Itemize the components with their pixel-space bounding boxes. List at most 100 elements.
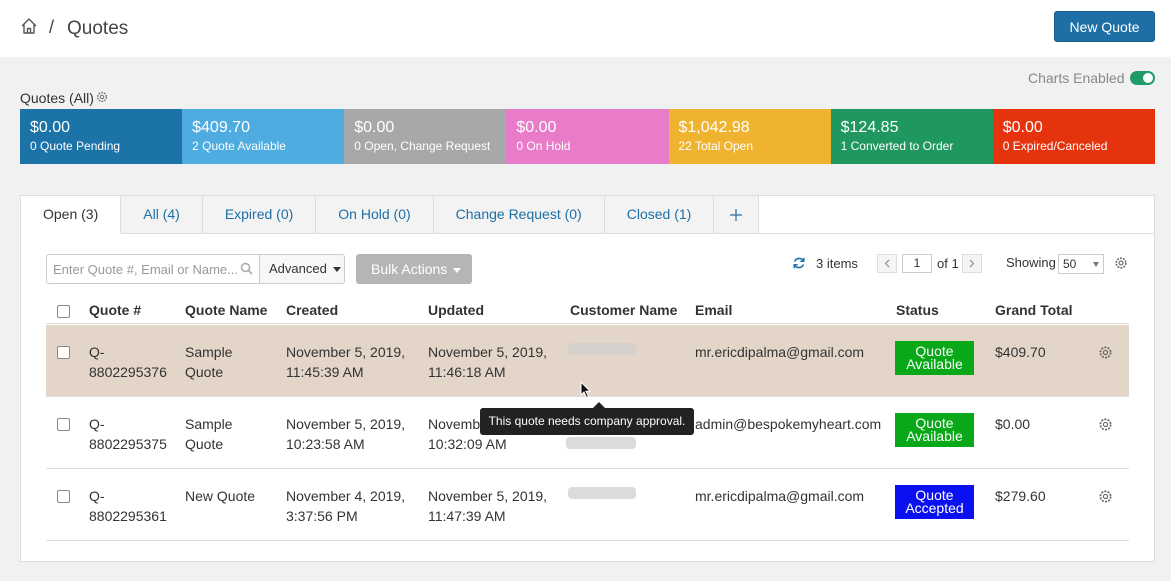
summary-tiles: $0.00 0 Quote Pending $409.70 2 Quote Av… [20, 109, 1155, 164]
quote-name: New Quote [185, 486, 255, 506]
quote-number-line: Q- [89, 344, 105, 360]
chevron-down-icon [1093, 262, 1099, 267]
chevron-right-icon [969, 259, 975, 268]
tooltip-text: This quote needs company approval. [488, 414, 686, 428]
customer-name-redacted [566, 437, 636, 449]
gear-icon[interactable] [1114, 256, 1128, 270]
row-checkbox[interactable] [57, 490, 70, 503]
home-icon[interactable] [20, 17, 38, 35]
tab-all[interactable]: All (4) [121, 196, 203, 234]
created-date: November 5, 2019, 11:45:39 AM [286, 342, 405, 382]
grand-total: $409.70 [995, 344, 1046, 360]
breadcrumb-separator: / [49, 17, 55, 37]
gear-icon[interactable] [95, 90, 109, 104]
tile-label: 0 Quote Pending [30, 139, 121, 153]
quote-number[interactable]: Q- 8802295376 [89, 342, 167, 382]
cursor-icon [580, 381, 592, 399]
quote-number-line: 8802295376 [89, 364, 167, 380]
bulk-actions-label: Bulk Actions [371, 261, 448, 277]
summary-tile-change-request[interactable]: $0.00 0 Open, Change Request [344, 109, 507, 164]
tile-value: $0.00 [30, 119, 71, 136]
row-checkbox[interactable] [57, 418, 70, 431]
column-email[interactable]: Email [695, 302, 732, 318]
summary-tile-expired[interactable]: $0.00 0 Expired/Canceled [992, 109, 1155, 164]
tab-change-request[interactable]: Change Request (0) [433, 196, 605, 234]
customer-email: mr.ericdipalma@gmail.com [695, 344, 865, 360]
search-input[interactable] [47, 255, 237, 283]
column-grand-total[interactable]: Grand Total [995, 302, 1073, 318]
per-page-select[interactable]: 50 [1058, 254, 1104, 274]
updated-date: November 5, 2019, 11:46:18 AM [428, 342, 547, 382]
top-bar: / Quotes New Quote [0, 0, 1171, 57]
table-row[interactable]: Q- 8802295361 New Quote November 4, 2019,… [46, 469, 1129, 541]
charts-enabled-label: Charts Enabled [1028, 70, 1125, 86]
quote-name-line: New Quote [185, 488, 256, 504]
bulk-actions-button[interactable]: Bulk Actions [356, 254, 472, 284]
status-line: Accepted [905, 500, 964, 516]
created-line: 10:23:58 AM [286, 436, 365, 452]
search-box [46, 254, 260, 284]
summary-tile-total-open[interactable]: $1,042.98 22 Total Open [668, 109, 831, 164]
tile-label: 0 Expired/Canceled [1002, 139, 1108, 153]
page-number-input[interactable]: 1 [902, 254, 932, 273]
created-line: 3:37:56 PM [286, 508, 358, 524]
add-tab-button[interactable] [714, 196, 760, 234]
table-header: Quote # Quote Name Created Updated Custo… [46, 296, 1129, 324]
column-updated[interactable]: Updated [428, 302, 484, 318]
search-icon[interactable] [240, 262, 253, 275]
updated-line: 10:32:09 AM [428, 436, 507, 452]
created-line: November 4, 2019, [286, 488, 406, 504]
gear-icon[interactable] [1098, 417, 1113, 432]
plus-icon [730, 208, 743, 221]
tile-value: $0.00 [516, 119, 557, 136]
quote-number[interactable]: Q- 8802295375 [89, 414, 167, 454]
previous-page-button[interactable] [877, 254, 897, 273]
summary-tile-available[interactable]: $409.70 2 Quote Available [182, 109, 345, 164]
quotes-panel: Open (3) All (4) Expired (0) On Hold (0)… [20, 195, 1155, 562]
gear-icon[interactable] [1098, 489, 1113, 504]
quote-name-line: Quote [185, 364, 224, 380]
column-customer-name[interactable]: Customer Name [570, 302, 677, 318]
status-line: Available [906, 428, 963, 444]
created-date: November 5, 2019, 10:23:58 AM [286, 414, 405, 454]
summary-tile-pending[interactable]: $0.00 0 Quote Pending [20, 109, 183, 164]
quote-name: Sample Quote [185, 342, 232, 382]
customer-email: mr.ericdipalma@gmail.com [695, 488, 865, 504]
new-quote-button[interactable]: New Quote [1054, 11, 1155, 42]
quote-number-line: 8802295375 [89, 436, 167, 452]
charts-toggle[interactable] [1130, 71, 1155, 85]
advanced-search-button[interactable]: Advanced [259, 254, 345, 284]
updated-line: 11:46:18 AM [428, 364, 506, 380]
chevron-down-icon [332, 267, 341, 273]
toggle-knob [1143, 73, 1153, 83]
tab-closed[interactable]: Closed (1) [604, 196, 715, 234]
column-quote-number[interactable]: Quote # [89, 302, 141, 318]
tab-on-hold[interactable]: On Hold (0) [316, 196, 434, 234]
gear-icon[interactable] [1098, 345, 1113, 360]
tile-label: 0 Open, Change Request [354, 139, 491, 153]
tile-value: $409.70 [192, 119, 250, 136]
tab-expired[interactable]: Expired (0) [202, 196, 317, 234]
showing-label: Showing [1006, 255, 1056, 270]
column-status[interactable]: Status [896, 302, 939, 318]
tooltip-arrow [593, 402, 605, 408]
created-line: November 5, 2019, [286, 416, 406, 432]
row-checkbox[interactable] [57, 346, 70, 359]
quote-number[interactable]: Q- 8802295361 [89, 486, 167, 526]
tile-label: 1 Converted to Order [840, 139, 954, 153]
column-quote-name[interactable]: Quote Name [185, 302, 267, 318]
tab-open[interactable]: Open (3) [21, 196, 122, 234]
summary-tile-on-hold[interactable]: $0.00 0 On Hold [506, 109, 669, 164]
quote-tabs: Open (3) All (4) Expired (0) On Hold (0)… [21, 196, 760, 234]
summary-tile-converted[interactable]: $124.85 1 Converted to Order [830, 109, 993, 164]
quote-name-line: Sample [185, 416, 233, 432]
created-date: November 4, 2019, 3:37:56 PM [286, 486, 405, 526]
next-page-button[interactable] [962, 254, 982, 273]
status-badge: Quote Available [895, 341, 974, 375]
refresh-icon[interactable] [792, 256, 806, 270]
tile-label: 0 On Hold [516, 139, 571, 153]
tile-value: $1,042.98 [678, 119, 750, 136]
select-all-checkbox[interactable] [57, 305, 70, 318]
column-created[interactable]: Created [286, 302, 338, 318]
quote-number-line: Q- [89, 416, 105, 432]
